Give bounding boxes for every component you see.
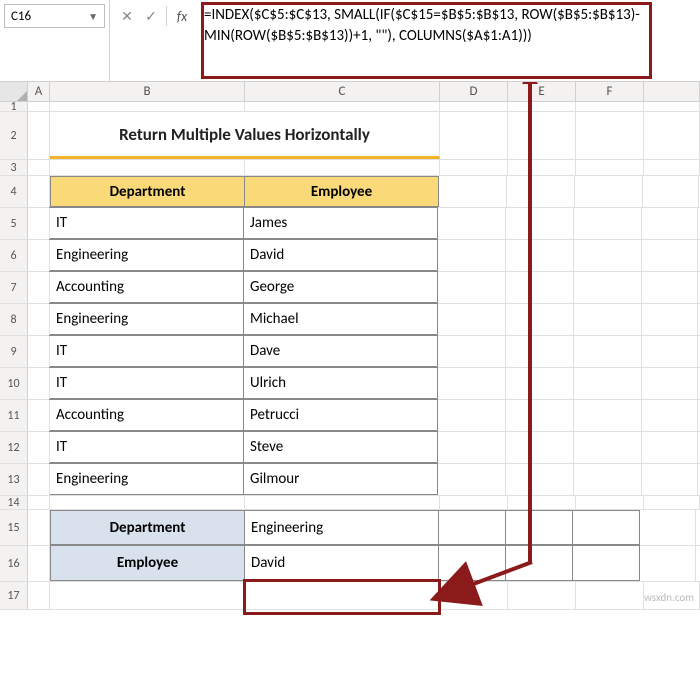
table-row: 10 IT Ulrich	[0, 368, 700, 400]
lookup-dept-value[interactable]: Engineering	[244, 510, 439, 545]
lookup-blank[interactable]	[572, 545, 640, 581]
table-row: 5 IT James	[0, 208, 700, 240]
row-header-12[interactable]: 12	[0, 432, 28, 463]
lookup-blank[interactable]	[505, 510, 573, 545]
row-header-2[interactable]: 2	[0, 112, 28, 159]
col-header-E[interactable]: E	[508, 82, 576, 101]
lookup-blank[interactable]	[572, 510, 640, 545]
lookup-emp-result[interactable]: David	[244, 545, 439, 581]
row-4: 4 Department Employee	[0, 176, 700, 208]
cell-emp[interactable]: Steve	[243, 431, 438, 463]
row-header-15[interactable]: 15	[0, 510, 28, 545]
cell-emp[interactable]: Petrucci	[243, 399, 438, 431]
col-header-spacer	[644, 82, 700, 101]
col-header-C[interactable]: C	[245, 82, 440, 101]
cancel-icon[interactable]: ✕	[116, 6, 138, 26]
row-15: 15 Department Engineering	[0, 510, 700, 546]
table-header-dept: Department	[50, 176, 245, 207]
row-header-7[interactable]: 7	[0, 272, 28, 303]
row-header-5[interactable]: 5	[0, 208, 28, 239]
row-14: 14	[0, 496, 700, 510]
row-header-3[interactable]: 3	[0, 160, 28, 175]
row-header-16[interactable]: 16	[0, 546, 28, 581]
cell-emp[interactable]: George	[243, 271, 438, 303]
cell-dept[interactable]: IT	[49, 335, 244, 367]
lookup-blank[interactable]	[438, 510, 506, 545]
row-17: 17	[0, 582, 700, 610]
row-header-8[interactable]: 8	[0, 304, 28, 335]
lookup-emp-label: Employee	[50, 545, 245, 581]
name-box-container: C16 ▼	[0, 0, 110, 81]
column-headers: A B C D E F	[0, 82, 700, 102]
row-2: 2 Return Multiple Values Horizontally	[0, 112, 700, 160]
table-row: 7 Accounting George	[0, 272, 700, 304]
row-header-1[interactable]: 1	[0, 102, 28, 111]
formula-bar-row: C16 ▼ ✕ ✓ fx =INDEX($C$5:$C$13, SMALL(IF…	[0, 0, 700, 82]
chevron-down-icon[interactable]: ▼	[88, 10, 98, 23]
name-box[interactable]: C16 ▼	[4, 4, 105, 28]
row-header-13[interactable]: 13	[0, 464, 28, 495]
cell-dept[interactable]: Engineering	[49, 303, 244, 335]
formula-bar-buttons: ✕ ✓ fx	[110, 0, 199, 81]
col-header-B[interactable]: B	[50, 82, 245, 101]
cell-emp[interactable]: David	[243, 239, 438, 271]
separator	[166, 6, 167, 26]
row-16: 16 Employee David	[0, 546, 700, 582]
col-header-A[interactable]: A	[28, 82, 50, 101]
cell-dept[interactable]: Engineering	[49, 239, 244, 271]
col-header-F[interactable]: F	[576, 82, 644, 101]
check-icon[interactable]: ✓	[140, 6, 162, 26]
row-header-14[interactable]: 14	[0, 496, 28, 509]
cell-emp[interactable]: Michael	[243, 303, 438, 335]
select-all-triangle[interactable]	[0, 82, 28, 101]
fx-icon[interactable]: fx	[171, 6, 193, 26]
cell-dept[interactable]: Accounting	[49, 399, 244, 431]
spreadsheet-grid[interactable]: A B C D E F 1 2 Return Multiple Values H…	[0, 82, 700, 610]
row-header-6[interactable]: 6	[0, 240, 28, 271]
table-row: 6 Engineering David	[0, 240, 700, 272]
cell-dept[interactable]: IT	[49, 431, 244, 463]
lookup-dept-label: Department	[50, 510, 245, 545]
table-row: 8 Engineering Michael	[0, 304, 700, 336]
row-3: 3	[0, 160, 700, 176]
col-header-D[interactable]: D	[440, 82, 508, 101]
formula-input[interactable]: =INDEX($C$5:$C$13, SMALL(IF($C$15=$B$5:$…	[199, 0, 700, 81]
table-row: 9 IT Dave	[0, 336, 700, 368]
cell-dept[interactable]: Accounting	[49, 271, 244, 303]
lookup-blank[interactable]	[438, 545, 506, 581]
row-header-9[interactable]: 9	[0, 336, 28, 367]
formula-highlight	[201, 2, 652, 79]
cell-emp[interactable]: Dave	[243, 335, 438, 367]
table-row: 13 Engineering Gilmour	[0, 464, 700, 496]
page-title: Return Multiple Values Horizontally	[50, 112, 440, 159]
name-box-value: C16	[11, 9, 31, 24]
table-row: 12 IT Steve	[0, 432, 700, 464]
watermark: wsxdn.com	[644, 591, 694, 604]
row-header-11[interactable]: 11	[0, 400, 28, 431]
cell-dept[interactable]: IT	[49, 207, 244, 239]
table-header-emp: Employee	[244, 176, 439, 207]
table-row: 11 Accounting Petrucci	[0, 400, 700, 432]
cell-dept[interactable]: IT	[49, 367, 244, 399]
cell-emp[interactable]: James	[243, 207, 438, 239]
cell-emp[interactable]: Gilmour	[243, 463, 438, 495]
grid-rows: 1 2 Return Multiple Values Horizontally …	[0, 102, 700, 610]
row-header-10[interactable]: 10	[0, 368, 28, 399]
row-1: 1	[0, 102, 700, 112]
cell-dept[interactable]: Engineering	[49, 463, 244, 495]
row-header-17[interactable]: 17	[0, 582, 28, 609]
cell-emp[interactable]: Ulrich	[243, 367, 438, 399]
lookup-blank[interactable]	[505, 545, 573, 581]
row-header-4[interactable]: 4	[0, 176, 28, 207]
